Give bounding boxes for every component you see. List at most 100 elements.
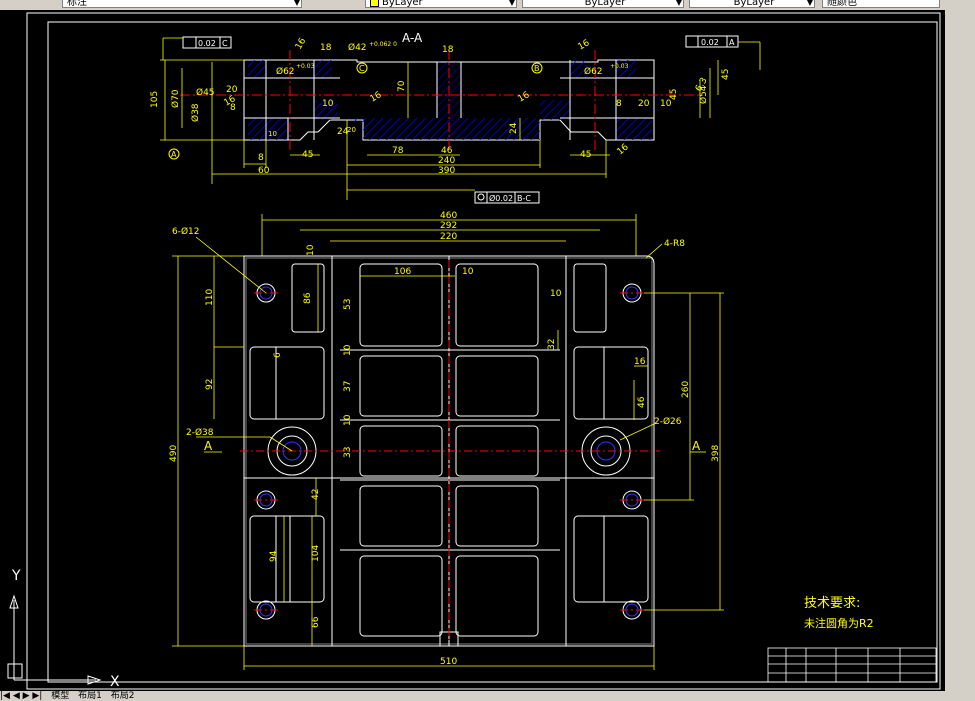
svg-text:18: 18 (320, 43, 332, 53)
svg-text:16: 16 (616, 142, 631, 157)
svg-text:A: A (729, 38, 735, 47)
svg-text:20: 20 (347, 126, 356, 134)
svg-text:Ø38: Ø38 (190, 103, 201, 122)
svg-text:490: 490 (169, 445, 179, 462)
svg-text:10: 10 (343, 344, 353, 356)
svg-text:8: 8 (258, 153, 264, 163)
svg-text:45: 45 (721, 69, 731, 80)
svg-text:Ø45: Ø45 (196, 87, 215, 98)
svg-text:10: 10 (306, 244, 316, 256)
linetype-dropdown[interactable]: ByLayer ▼ (522, 0, 684, 8)
svg-text:技术要求:: 技术要求: (804, 596, 860, 611)
svg-text:8: 8 (616, 99, 622, 109)
svg-text:46: 46 (441, 146, 453, 156)
svg-text:20: 20 (638, 99, 650, 109)
tab-model[interactable]: 模型 (51, 691, 69, 701)
svg-text:6-Ø12: 6-Ø12 (172, 226, 200, 237)
tol-frame-top-left: 0.02 C (182, 36, 232, 49)
svg-text:10: 10 (343, 414, 353, 426)
right-scrollbar[interactable] (945, 10, 975, 691)
svg-text:A: A (204, 439, 213, 453)
svg-text:Ø42: Ø42 (348, 42, 367, 53)
svg-text:A: A (171, 150, 177, 159)
tab-layout2[interactable]: 布局2 (111, 691, 135, 701)
svg-text:16: 16 (517, 90, 532, 105)
style-value: 标注 (67, 0, 87, 8)
tab-nav-buttons[interactable]: |◀ ◀ ▶ ▶| (0, 691, 42, 701)
plan-view: 460 292 220 106 10 10 10 10 10 6-Ø12 4-R… (169, 211, 724, 670)
ucs-y-label: Y (11, 568, 21, 584)
svg-text:Ø70: Ø70 (170, 89, 181, 108)
svg-text:0.02: 0.02 (701, 38, 719, 47)
svg-text:4-R8: 4-R8 (664, 239, 685, 249)
svg-text:0.02: 0.02 (198, 39, 216, 48)
svg-text:32: 32 (547, 339, 557, 350)
chevron-down-icon: ▼ (675, 0, 682, 7)
svg-text:37: 37 (343, 381, 353, 392)
tab-layout1[interactable]: 布局1 (78, 691, 102, 701)
tol-frame-bottom: Ø0.02 B-C (474, 191, 540, 204)
layer-color-dropdown[interactable]: ByLayer ▼ (365, 0, 517, 8)
svg-text:60: 60 (258, 166, 270, 176)
color-swatch-icon (370, 0, 379, 7)
svg-text:2-Ø26: 2-Ø26 (654, 416, 682, 427)
svg-text:16: 16 (369, 90, 384, 105)
lineweight-value: ByLayer (733, 0, 775, 8)
dim-style-dropdown[interactable]: 标注 ▼ (62, 0, 302, 8)
svg-text:10: 10 (268, 130, 277, 138)
svg-text:16: 16 (577, 38, 592, 53)
svg-text:460: 460 (440, 211, 457, 221)
svg-text:220: 220 (440, 232, 457, 242)
chevron-down-icon: ▼ (508, 0, 515, 7)
svg-text:Ø62: Ø62 (584, 66, 603, 77)
drawing-canvas[interactable]: A-A 0.02 C 0.02 A 105 Ø70 Ø45 20 8 Ø62 +… (0, 10, 945, 691)
svg-text:398: 398 (711, 445, 721, 462)
svg-text:16: 16 (294, 36, 309, 51)
chevron-down-icon: ▼ (806, 0, 813, 7)
svg-text:110: 110 (205, 289, 215, 306)
svg-text:B: B (534, 64, 540, 73)
svg-text:260: 260 (681, 381, 691, 398)
svg-text:104: 104 (311, 545, 321, 562)
lineweight-dropdown[interactable]: ByLayer ▼ (689, 0, 815, 8)
svg-text:未注圆角为R2: 未注圆角为R2 (804, 616, 874, 630)
svg-text:Ø62: Ø62 (276, 66, 295, 77)
linetype-value: ByLayer (584, 0, 626, 8)
plotstyle-dropdown[interactable]: 随颜色 (822, 0, 940, 8)
svg-text:2-Ø38: 2-Ø38 (186, 427, 214, 438)
svg-text:10: 10 (550, 289, 562, 299)
svg-text:+0.062 0: +0.062 0 (369, 41, 397, 48)
layer-color-value: ByLayer (382, 0, 423, 8)
svg-text:A: A (692, 439, 701, 453)
svg-text:10: 10 (462, 267, 474, 277)
section-title: A-A (402, 31, 423, 45)
svg-text:510: 510 (440, 657, 457, 667)
svg-text:42: 42 (311, 489, 321, 500)
svg-text:18: 18 (442, 45, 454, 55)
section-view: A-A 0.02 C 0.02 A 105 Ø70 Ø45 20 8 Ø62 +… (150, 31, 761, 204)
cad-drawing: A-A 0.02 C 0.02 A 105 Ø70 Ø45 20 8 Ø62 +… (7, 12, 941, 690)
title-block (767, 647, 937, 683)
svg-text:106: 106 (394, 267, 411, 277)
svg-text:C: C (222, 39, 228, 48)
svg-text:33: 33 (343, 447, 353, 458)
svg-text:292: 292 (440, 221, 457, 231)
svg-text:B-C: B-C (517, 194, 531, 203)
svg-text:94: 94 (269, 550, 279, 562)
svg-text:92: 92 (205, 379, 215, 390)
outer-frame (26, 12, 941, 690)
svg-text:105: 105 (150, 91, 160, 108)
svg-text:+0.03: +0.03 (296, 63, 315, 70)
plotstyle-value: 随颜色 (827, 0, 857, 8)
svg-text:45: 45 (302, 150, 313, 160)
svg-text:6: 6 (273, 352, 283, 358)
svg-text:C: C (359, 64, 365, 73)
tech-notes: 技术要求: 未注圆角为R2 (804, 596, 874, 630)
svg-text:53: 53 (343, 299, 353, 310)
svg-text:86: 86 (303, 292, 313, 304)
svg-text:16: 16 (634, 357, 646, 367)
ucs-icon (7, 594, 102, 685)
svg-text:45: 45 (669, 89, 679, 100)
svg-text:240: 240 (438, 156, 455, 166)
tol-frame-top-right: 0.02 A (685, 35, 739, 48)
